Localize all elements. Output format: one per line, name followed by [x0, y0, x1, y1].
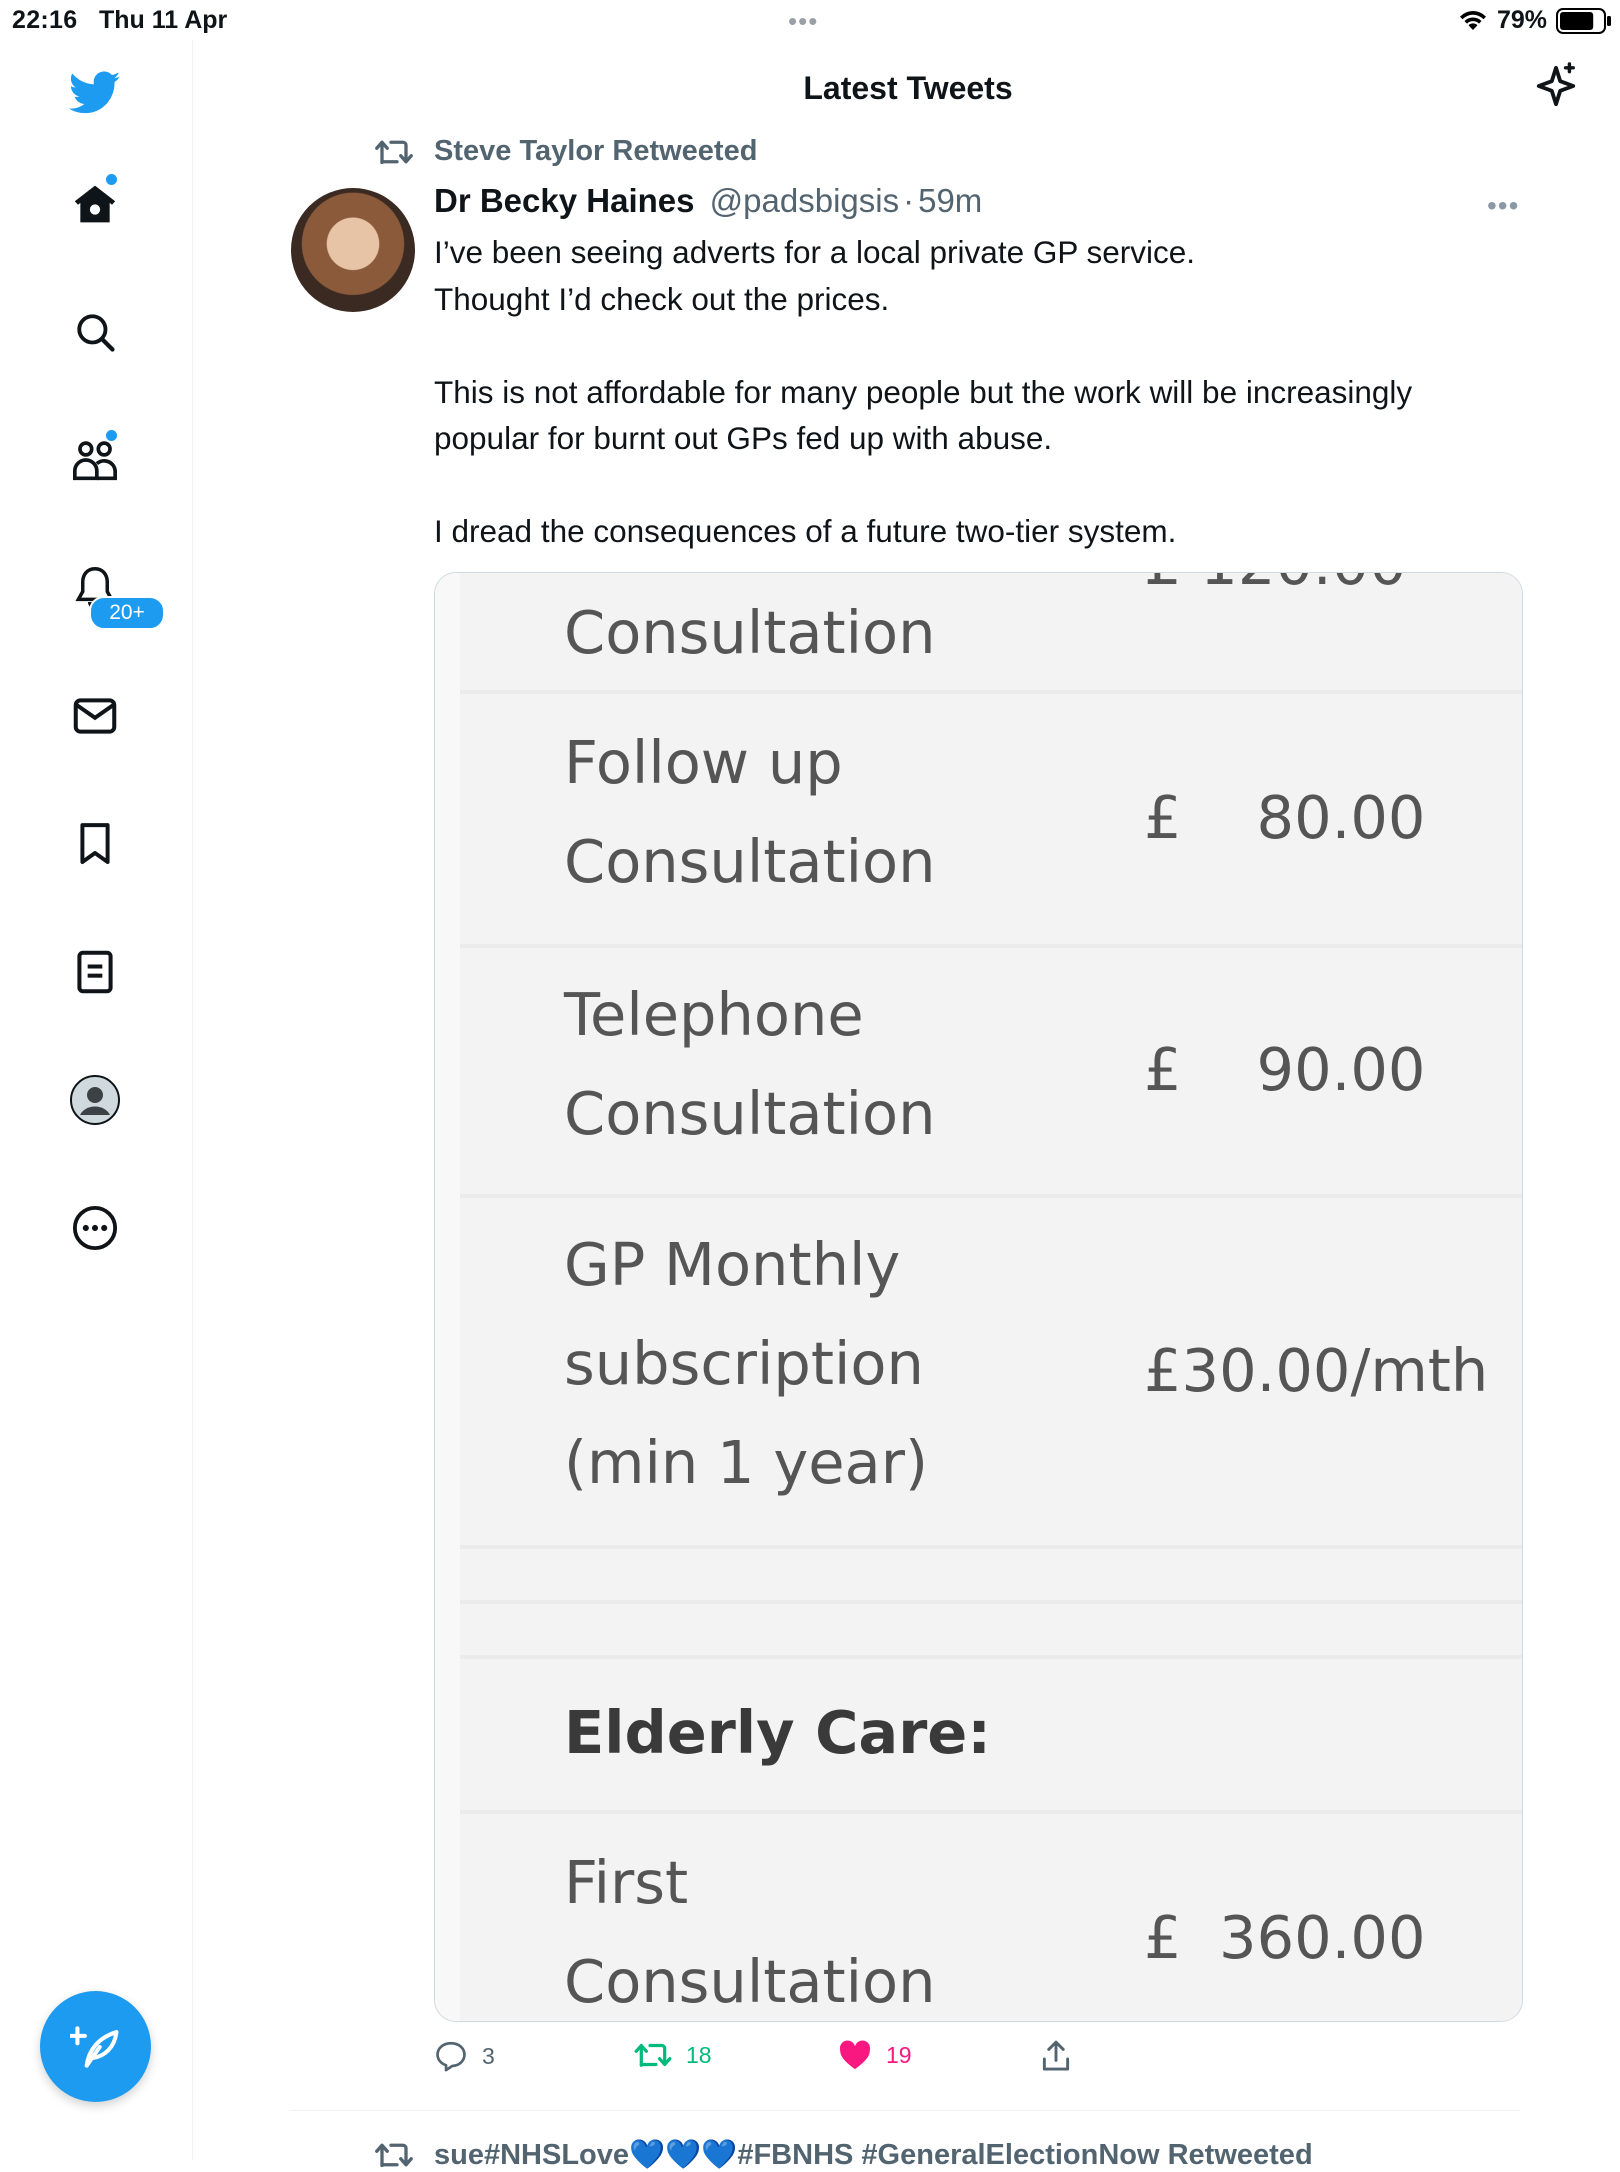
- price-label-line: subscription: [564, 1329, 924, 1398]
- notifications-badge: 20+: [89, 596, 165, 630]
- header-separator: ·: [903, 182, 915, 219]
- price-list-image: £ 120.00 Consultation Follow up Consulta…: [460, 573, 1522, 2021]
- tweet-text-line: Thought I’d check out the prices.: [434, 280, 890, 317]
- price-row: £ 120.00 Consultation: [460, 573, 1522, 694]
- retweet-context[interactable]: Steve Taylor Retweeted: [374, 135, 757, 168]
- section-heading: Elderly Care:: [564, 1698, 991, 1767]
- price-label-line: GP Monthly: [564, 1230, 901, 1299]
- messages-envelope-icon[interactable]: [69, 690, 121, 742]
- multitasking-dots[interactable]: •••: [788, 6, 818, 37]
- lists-icon[interactable]: [69, 946, 121, 998]
- battery-icon: [1556, 8, 1611, 34]
- price-label-line: Follow up: [564, 728, 843, 797]
- retweet-icon: [375, 2143, 413, 2168]
- compose-tweet-button[interactable]: [40, 1991, 151, 2102]
- tweet-image[interactable]: £ 120.00 Consultation Follow up Consulta…: [434, 572, 1523, 2022]
- tweet-header: Dr Becky Haines @padsbigsis · 59m: [434, 182, 982, 220]
- search-icon[interactable]: [69, 306, 121, 358]
- price-value: £ 80.00: [1144, 783, 1426, 852]
- tweet-actions: 3 18 19: [434, 2040, 1514, 2080]
- price-row: Follow up Consultation £ 80.00: [460, 695, 1522, 948]
- empty-row: [460, 1550, 1522, 1604]
- retweeted-by-label: Steve Taylor Retweeted: [434, 135, 758, 167]
- compose-feather-icon: [69, 2025, 118, 2068]
- price-label-line: Telephone: [564, 980, 864, 1049]
- price-row: Telephone Consultation £ 90.00: [460, 949, 1522, 1198]
- status-bar: 22:16 Thu 11 Apr ••• 79%: [0, 0, 1620, 40]
- share-button[interactable]: [1041, 2040, 1071, 2072]
- like-button[interactable]: 19: [838, 2040, 912, 2070]
- section-heading-row: Elderly Care:: [460, 1660, 1522, 1814]
- battery-percent: 79%: [1497, 6, 1548, 34]
- author-avatar[interactable]: [291, 188, 415, 312]
- sparkle-icon[interactable]: [1533, 62, 1579, 115]
- reply-button[interactable]: 3: [434, 2040, 495, 2072]
- price-value: £30.00/mth: [1144, 1336, 1489, 1405]
- tweet-time[interactable]: 59m: [918, 182, 982, 219]
- heart-icon: [839, 2040, 871, 2070]
- bookmarks-icon[interactable]: [69, 818, 121, 870]
- communities-icon[interactable]: [69, 434, 121, 486]
- price-label-line: First: [564, 1848, 689, 1917]
- status-date: Thu 11 Apr: [99, 6, 228, 34]
- price-label-line: (min 1 year): [564, 1428, 928, 1497]
- reply-count: 3: [482, 2042, 495, 2069]
- wifi-icon: [1460, 11, 1486, 30]
- next-retweet-context[interactable]: sue#NHSLove💙💙💙#FBNHS #GeneralElectionNow…: [374, 2138, 1313, 2172]
- tweet-text-line: I dread the consequences of a future two…: [434, 513, 1177, 549]
- price-label-line: Consultation: [564, 1947, 936, 2016]
- twitter-logo-icon[interactable]: [69, 67, 121, 119]
- price-label-line: Consultation: [564, 827, 936, 896]
- price-label-line: Consultation: [564, 1079, 936, 1148]
- more-options-icon[interactable]: [69, 1202, 121, 1254]
- price-value: £ 360.00: [1144, 1903, 1426, 1972]
- empty-row: [460, 1605, 1522, 1659]
- retweeted-by-label: sue#NHSLove💙💙💙#FBNHS #GeneralElectionNow…: [434, 2139, 1313, 2171]
- home-icon[interactable]: [69, 178, 121, 230]
- like-count: 19: [886, 2041, 912, 2068]
- tweet-text-line: This is not affordable for many people b…: [434, 373, 1413, 457]
- retweet-button[interactable]: 18: [634, 2040, 712, 2070]
- reply-icon: [436, 2041, 466, 2072]
- sidebar: 20+: [0, 40, 193, 2160]
- retweet-icon: [375, 140, 413, 164]
- profile-avatar-icon[interactable]: [69, 1074, 121, 1126]
- author-name[interactable]: Dr Becky Haines: [434, 182, 694, 219]
- home-unread-dot: [106, 174, 117, 185]
- price-value: £ 90.00: [1144, 1035, 1426, 1104]
- retweet-count: 18: [686, 2041, 712, 2068]
- status-time: 22:16: [12, 6, 78, 34]
- price-row: First Consultation £ 360.00: [460, 1815, 1522, 2021]
- tweet-text-line: I’ve been seeing adverts for a local pri…: [434, 234, 1196, 270]
- price-row: GP Monthly subscription (min 1 year) £30…: [460, 1199, 1522, 1549]
- author-handle[interactable]: @padsbigsis: [710, 182, 899, 219]
- share-icon: [1042, 2040, 1070, 2071]
- tweet-text: I’ve been seeing adverts for a local pri…: [434, 229, 1524, 555]
- tweet-divider: [290, 2110, 1520, 2111]
- retweet-action-icon: [634, 2043, 672, 2067]
- communities-unread-dot: [106, 430, 117, 441]
- price-label-line: Consultation: [564, 598, 936, 667]
- image-border-strip: [435, 573, 462, 2021]
- price-value-partial: £ 120.00: [1144, 573, 1407, 599]
- tweet-more-button[interactable]: •••: [1487, 190, 1519, 222]
- page-title: Latest Tweets: [803, 70, 1013, 106]
